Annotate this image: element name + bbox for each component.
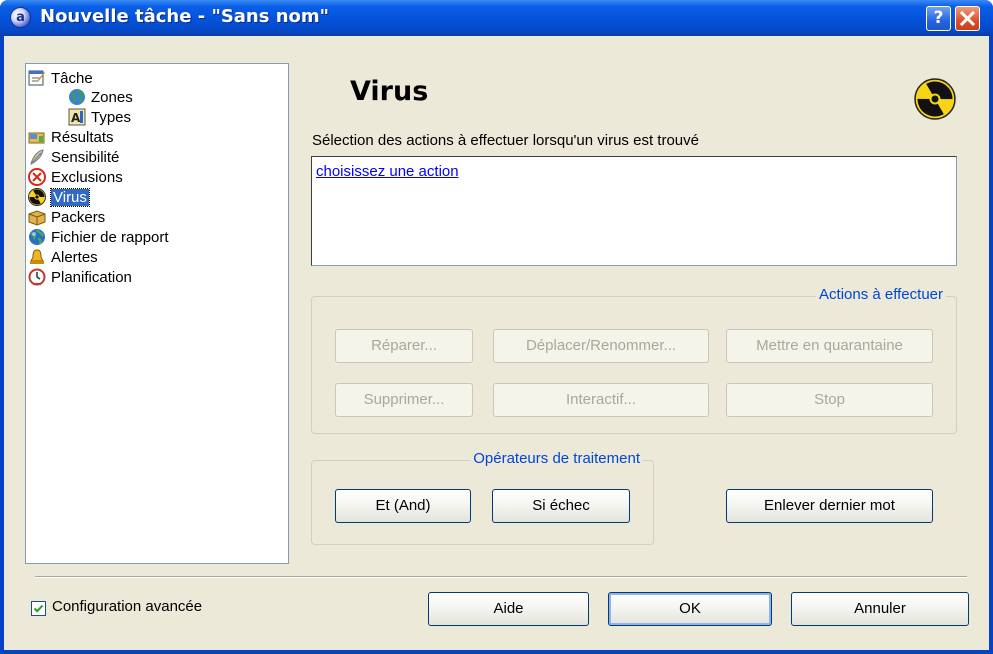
clock-icon [28, 268, 46, 286]
tree-item-virus[interactable]: Virus [28, 187, 90, 207]
close-button[interactable] [955, 6, 980, 31]
tree-item-packers[interactable]: Packers [28, 207, 105, 227]
feather-icon [28, 148, 46, 166]
and-button[interactable]: Et (And) [335, 489, 471, 523]
tree-item-label: Zones [91, 88, 133, 106]
operators-group-title: Opérateurs de traitement [470, 450, 643, 467]
radioactive-large-icon [914, 78, 956, 120]
help-button[interactable]: Aide [428, 592, 589, 626]
stop-button[interactable]: Stop [726, 383, 933, 417]
remove-last-word-button[interactable]: Enlever dernier mot [726, 489, 933, 523]
advanced-config-checkbox[interactable] [31, 601, 46, 616]
dialog-client-area: Tâche Zones A Types Résultats Sensibilit… [4, 36, 989, 650]
tree-item-types[interactable]: A Types [68, 107, 131, 127]
tree-item-label: Exclusions [51, 168, 123, 186]
repair-button[interactable]: Réparer... [335, 329, 473, 363]
page-title: Virus [350, 76, 429, 107]
help-title-button[interactable]: ? [926, 6, 951, 31]
tree-item-label: Sensibilité [51, 148, 120, 166]
tree-item-tache[interactable]: Tâche [28, 68, 93, 88]
types-icon: A [68, 108, 86, 126]
tree-item-planification[interactable]: Planification [28, 267, 132, 287]
choose-action-link[interactable]: choisissez une action [316, 163, 459, 180]
exclusion-icon [28, 168, 46, 186]
cancel-button[interactable]: Annuler [791, 592, 969, 626]
tree-item-label: Fichier de rapport [51, 228, 169, 246]
tree-item-fichier-de-rapport[interactable]: Fichier de rapport [28, 227, 169, 247]
move-rename-button[interactable]: Déplacer/Renommer... [493, 329, 709, 363]
tree-item-label: Alertes [51, 248, 98, 266]
report-globe-icon [28, 228, 46, 246]
close-icon [959, 10, 976, 27]
app-icon: a [10, 7, 31, 28]
radioactive-icon [28, 188, 46, 206]
action-description: Sélection des actions à effectuer lorsqu… [312, 132, 699, 149]
settings-tree[interactable]: Tâche Zones A Types Résultats Sensibilit… [25, 63, 289, 564]
tree-item-exclusions[interactable]: Exclusions [28, 167, 123, 187]
delete-button[interactable]: Supprimer... [335, 383, 473, 417]
tree-item-label: Types [91, 108, 132, 126]
action-list-box[interactable]: choisissez une action [311, 156, 957, 266]
bell-icon [28, 248, 46, 266]
checkmark-icon [33, 604, 44, 613]
results-icon [28, 128, 46, 146]
tree-item-resultats[interactable]: Résultats [28, 127, 114, 147]
tree-item-zones[interactable]: Zones [68, 87, 133, 107]
tree-item-sensibilite[interactable]: Sensibilité [28, 147, 119, 167]
if-fail-button[interactable]: Si échec [492, 489, 630, 523]
package-icon [28, 208, 46, 226]
tree-item-alertes[interactable]: Alertes [28, 247, 98, 267]
advanced-config-label[interactable]: Configuration avancée [52, 598, 202, 615]
globe-icon [68, 88, 86, 106]
tree-item-label: Planification [51, 268, 132, 286]
tree-item-label: Tâche [51, 69, 93, 87]
quarantine-button[interactable]: Mettre en quarantaine [726, 329, 933, 363]
window-title: Nouvelle tâche - "Sans nom" [40, 6, 330, 27]
title-bar[interactable]: a Nouvelle tâche - "Sans nom" ? [0, 0, 993, 36]
tree-item-label: Virus [50, 187, 90, 207]
interactive-button[interactable]: Interactif... [493, 383, 709, 417]
tree-item-label: Résultats [51, 128, 114, 146]
tree-item-label: Packers [51, 208, 106, 226]
footer-separator [35, 576, 967, 578]
dialog-window: a Nouvelle tâche - "Sans nom" ? Tâche Zo… [0, 0, 993, 654]
svg-text:A: A [71, 111, 81, 125]
actions-group-title: Actions à effectuer [816, 286, 946, 303]
task-icon [28, 69, 46, 87]
ok-button[interactable]: OK [608, 592, 772, 626]
